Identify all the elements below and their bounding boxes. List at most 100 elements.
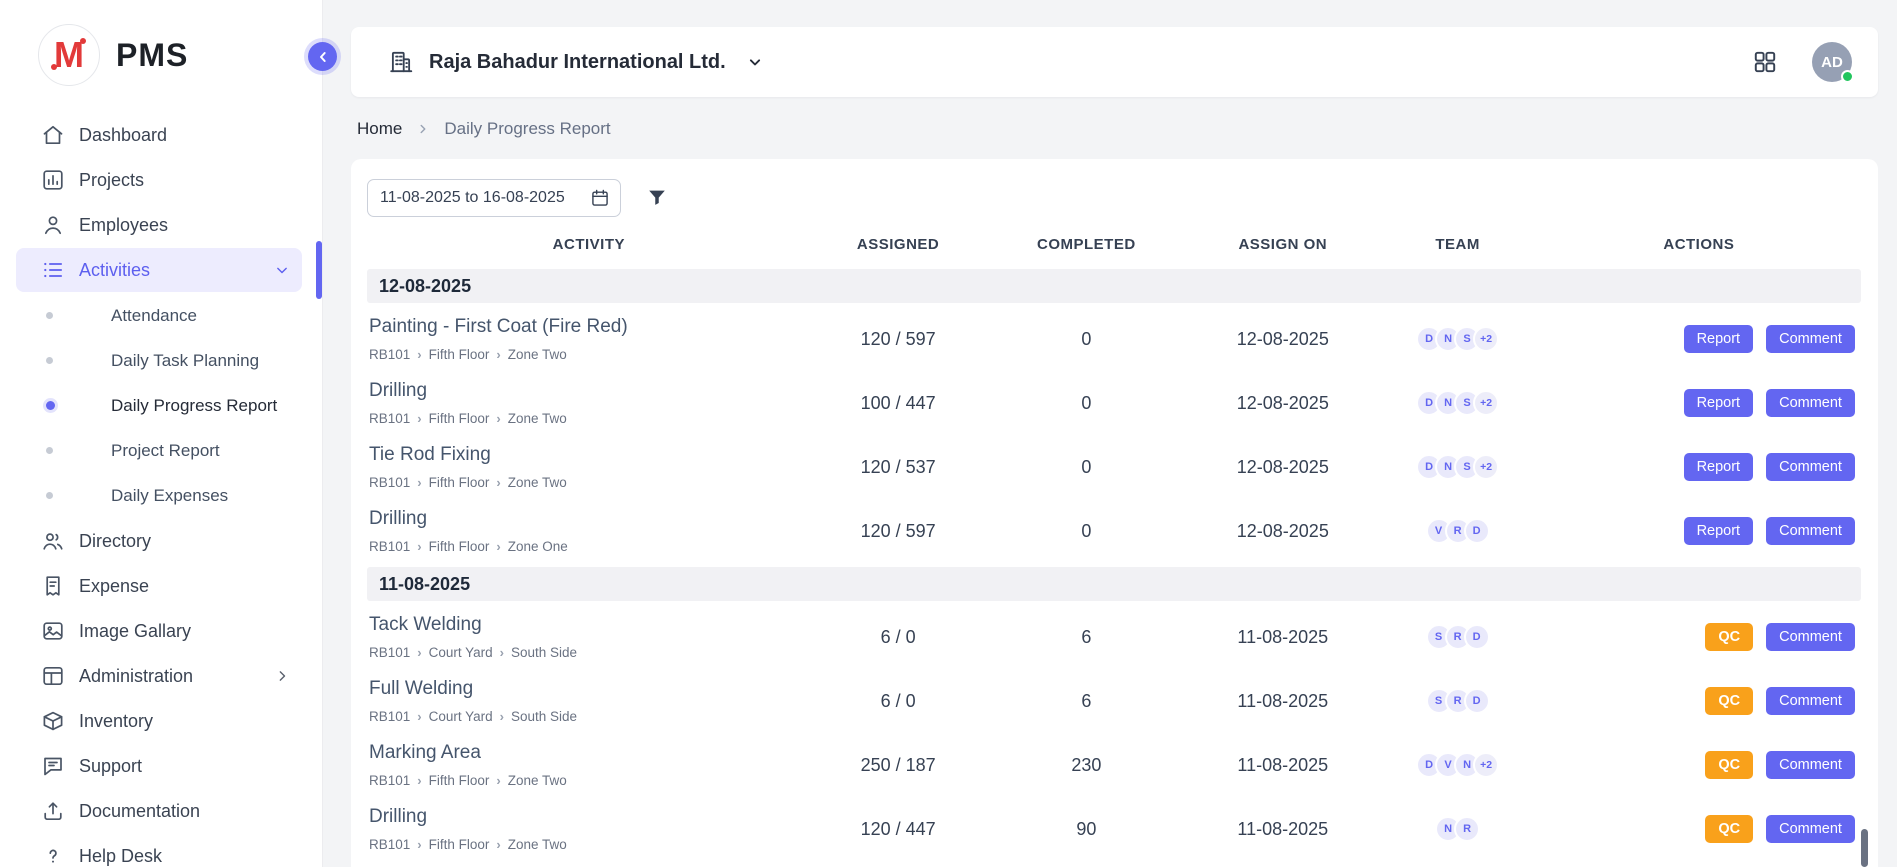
table-row: Full Welding RB101›Court Yard›South Side…: [367, 669, 1861, 733]
comment-button[interactable]: Comment: [1766, 325, 1855, 353]
activity-location-path: RB101›Fifth Floor›Zone One: [369, 539, 811, 554]
company-selector[interactable]: Raja Bahadur International Ltd.: [388, 49, 765, 75]
activity-title: Drilling: [369, 508, 811, 530]
activity-cell: Drilling RB101›Fifth Floor›Zone Two: [367, 806, 811, 852]
date-range-value: 11-08-2025 to 16-08-2025: [380, 189, 565, 207]
user-avatar[interactable]: AD: [1812, 42, 1852, 82]
path-segment: Fifth Floor: [429, 539, 490, 554]
sidebar-item-label: Employees: [79, 215, 292, 236]
bullet-icon: [46, 401, 55, 410]
sidebar-item-dashboard[interactable]: Dashboard: [16, 113, 302, 157]
row-actions: Report Comment: [1537, 389, 1861, 417]
sidebar-item-label: Activities: [79, 260, 258, 281]
comment-button[interactable]: Comment: [1766, 453, 1855, 481]
team-avatars: SRD: [1378, 688, 1536, 714]
assigned-value: 6 / 0: [811, 691, 986, 712]
comment-button[interactable]: Comment: [1766, 389, 1855, 417]
completed-value: 0: [986, 329, 1188, 350]
qc-button[interactable]: QC: [1705, 687, 1753, 715]
sidebar-item-support[interactable]: Support: [16, 744, 302, 788]
chevron-right-icon: ›: [496, 838, 500, 851]
activity-cell: Painting - First Coat (Fire Red) RB101›F…: [367, 316, 811, 362]
qc-button[interactable]: QC: [1705, 815, 1753, 843]
qc-button[interactable]: QC: [1705, 623, 1753, 651]
report-button[interactable]: Report: [1684, 325, 1754, 353]
sidebar-item-directory[interactable]: Directory: [16, 519, 302, 563]
report-button[interactable]: Report: [1684, 453, 1754, 481]
row-actions: Report Comment: [1537, 325, 1861, 353]
breadcrumb-home[interactable]: Home: [357, 119, 402, 139]
sidebar-item-activities[interactable]: Activities: [16, 248, 302, 292]
sidebar-subitem-label: Daily Expenses: [111, 486, 228, 506]
image-gallery-icon: [41, 619, 65, 643]
assigned-value: 120 / 447: [811, 819, 986, 840]
chevron-right-icon: ›: [417, 476, 421, 489]
sidebar: M PMS Dashboard Projects Employees Activ…: [0, 0, 323, 867]
path-segment: Zone Two: [508, 347, 567, 362]
sidebar-subitem-daily-progress-report[interactable]: Daily Progress Report: [0, 383, 322, 428]
column-header-completed: COMPLETED: [986, 236, 1188, 253]
sidebar-subitem-attendance[interactable]: Attendance: [0, 293, 322, 338]
sidebar-subitem-label: Attendance: [111, 306, 197, 326]
chevron-right-icon: ›: [417, 774, 421, 787]
report-button[interactable]: Report: [1684, 517, 1754, 545]
comment-button[interactable]: Comment: [1766, 815, 1855, 843]
report-button[interactable]: Report: [1684, 389, 1754, 417]
chevron-right-icon: ›: [500, 646, 504, 659]
scrollbar-thumb[interactable]: [1861, 829, 1868, 867]
path-segment: RB101: [369, 709, 410, 724]
chevron-right-icon: ›: [417, 710, 421, 723]
date-range-input[interactable]: 11-08-2025 to 16-08-2025: [367, 179, 621, 217]
assign-on-date: 12-08-2025: [1187, 457, 1378, 478]
comment-button[interactable]: Comment: [1766, 751, 1855, 779]
path-segment: Zone Two: [508, 837, 567, 852]
sidebar-item-employees[interactable]: Employees: [16, 203, 302, 247]
sidebar-item-label: Projects: [79, 170, 292, 191]
comment-button[interactable]: Comment: [1766, 517, 1855, 545]
chevron-right-icon: [416, 122, 430, 136]
sidebar-subitem-daily-task-planning[interactable]: Daily Task Planning: [0, 338, 322, 383]
sidebar-item-projects[interactable]: Projects: [16, 158, 302, 202]
sidebar-item-inventory[interactable]: Inventory: [16, 699, 302, 743]
comment-button[interactable]: Comment: [1766, 623, 1855, 651]
assign-on-date: 11-08-2025: [1187, 691, 1378, 712]
team-avatars: NR: [1378, 816, 1536, 842]
breadcrumb: Home Daily Progress Report: [357, 118, 1878, 139]
team-avatars: VRD: [1378, 518, 1536, 544]
path-segment: Court Yard: [429, 645, 493, 660]
sidebar-item-label: Directory: [79, 531, 292, 552]
column-header-assign-on: ASSIGN ON: [1187, 236, 1378, 253]
path-segment: Zone Two: [508, 411, 567, 426]
chevron-right-icon: ›: [417, 540, 421, 553]
company-name: Raja Bahadur International Ltd.: [429, 51, 726, 74]
sidebar-item-help-desk[interactable]: Help Desk: [16, 834, 302, 867]
completed-value: 0: [986, 521, 1188, 542]
filter-funnel-icon[interactable]: [646, 187, 668, 209]
sidebar-item-image-gallary[interactable]: Image Gallary: [16, 609, 302, 653]
sidebar-subitem-label: Project Report: [111, 441, 220, 461]
comment-button[interactable]: Comment: [1766, 687, 1855, 715]
assign-on-date: 12-08-2025: [1187, 329, 1378, 350]
chevron-right-icon: ›: [496, 476, 500, 489]
completed-value: 0: [986, 393, 1188, 414]
table-row: Drilling RB101›Fifth Floor›Zone Two 120 …: [367, 797, 1861, 861]
completed-value: 90: [986, 819, 1188, 840]
sidebar-subitem-project-report[interactable]: Project Report: [0, 428, 322, 473]
sidebar-item-administration[interactable]: Administration: [16, 654, 302, 698]
sidebar-collapse-button[interactable]: [308, 42, 337, 71]
team-avatars: DNS+2: [1378, 326, 1536, 352]
table-row: Tie Rod Fixing RB101›Fifth Floor›Zone Tw…: [367, 435, 1861, 499]
sidebar-item-expense[interactable]: Expense: [16, 564, 302, 608]
activity-title: Marking Area: [369, 742, 811, 764]
sidebar-subitem-daily-expenses[interactable]: Daily Expenses: [0, 473, 322, 518]
sidebar-item-documentation[interactable]: Documentation: [16, 789, 302, 833]
activity-title: Drilling: [369, 806, 811, 828]
group-date: 11-08-2025: [379, 574, 470, 595]
qc-button[interactable]: QC: [1705, 751, 1753, 779]
chevron-right-icon: ›: [417, 348, 421, 361]
column-header-activity: ACTIVITY: [367, 236, 811, 253]
apps-grid-icon[interactable]: [1752, 49, 1778, 75]
filters-row: 11-08-2025 to 16-08-2025: [367, 179, 1861, 217]
table-row: Painting - First Coat (Fire Red) RB101›F…: [367, 307, 1861, 371]
team-avatars: DNS+2: [1378, 454, 1536, 480]
